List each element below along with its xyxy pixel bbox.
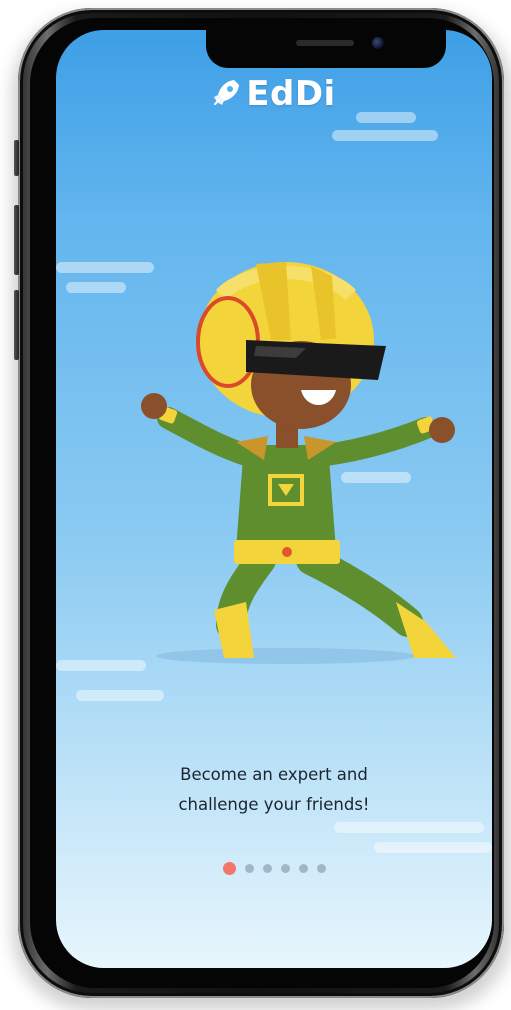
app-logo: EdDi (56, 74, 492, 114)
mute-switch (14, 140, 19, 176)
page-dot-1[interactable] (222, 862, 236, 875)
stage: EdDi Become an expert and challenge your… (0, 0, 511, 1010)
rocket-icon (212, 77, 242, 111)
cloud (76, 690, 164, 701)
page-indicator (56, 862, 492, 875)
volume-up-button (14, 205, 19, 275)
speaker-grille (296, 40, 354, 46)
page-dot-2[interactable] (244, 864, 254, 873)
page-dot-5[interactable] (298, 864, 308, 873)
app-screen: EdDi Become an expert and challenge your… (56, 30, 492, 968)
notch (206, 30, 446, 68)
superhero-illustration (141, 262, 456, 664)
logo-wordmark: EdDi (246, 74, 336, 114)
onboarding-caption: Become an expert and challenge your frie… (56, 760, 492, 820)
volume-down-button (14, 290, 19, 360)
page-dot-3[interactable] (262, 864, 272, 873)
front-camera (372, 37, 384, 49)
caption-line-2: challenge your friends! (178, 795, 370, 814)
page-dot-6[interactable] (316, 864, 326, 873)
page-dot-4[interactable] (280, 864, 290, 873)
cloud (374, 842, 492, 853)
caption-line-1: Become an expert and (180, 765, 368, 784)
cloud (332, 130, 438, 141)
cloud (334, 822, 484, 833)
